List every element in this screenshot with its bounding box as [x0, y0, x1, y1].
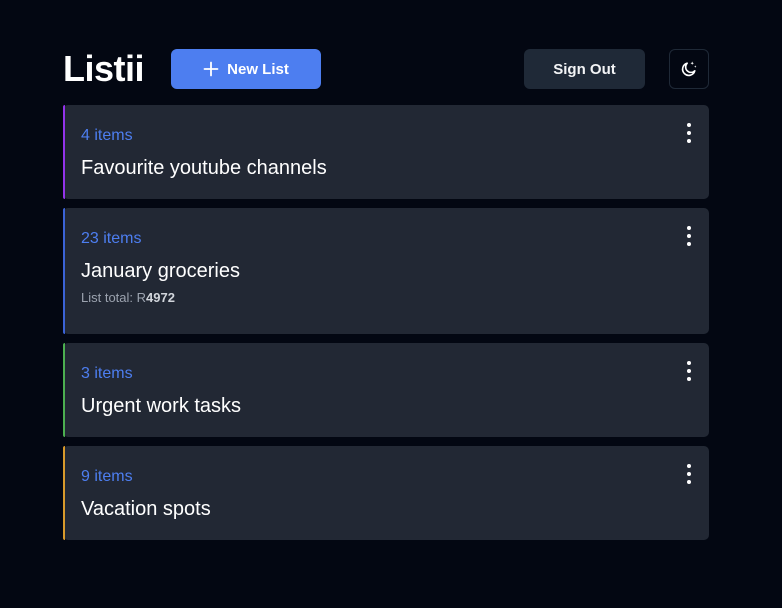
more-vertical-icon: [687, 361, 691, 365]
more-vertical-icon: [687, 123, 691, 127]
list-title: January groceries: [81, 260, 240, 282]
list-total-value: 4972: [146, 290, 175, 305]
list-accent-bar: [63, 105, 65, 199]
list-title: Favourite youtube channels: [81, 157, 327, 179]
lists-container: 4 items Favourite youtube channels 23 it…: [63, 105, 709, 549]
header: Listii New List Sign Out: [63, 49, 709, 89]
list-options-button[interactable]: [683, 361, 695, 381]
list-card[interactable]: 4 items Favourite youtube channels: [63, 105, 709, 199]
more-vertical-icon: [687, 226, 691, 230]
list-item-count: 3 items: [81, 365, 133, 382]
moon-stars-icon: [681, 61, 697, 77]
list-total-label: List total: R: [81, 290, 147, 305]
sign-out-button[interactable]: Sign Out: [524, 49, 645, 89]
list-accent-bar: [63, 208, 65, 334]
list-total: List total: R4972: [81, 290, 691, 306]
theme-toggle-button[interactable]: [669, 49, 709, 89]
list-card[interactable]: 3 items Urgent work tasks: [63, 343, 709, 437]
list-card[interactable]: 9 items Vacation spots: [63, 446, 709, 540]
list-card[interactable]: 23 items January groceries List total: R…: [63, 208, 709, 334]
list-options-button[interactable]: [683, 464, 695, 484]
new-list-button[interactable]: New List: [171, 49, 321, 89]
more-vertical-icon: [687, 464, 691, 468]
new-list-label: New List: [227, 60, 289, 78]
list-title: Urgent work tasks: [81, 395, 242, 417]
list-options-button[interactable]: [683, 123, 695, 143]
app: Listii New List Sign Out 4 items Favouri…: [0, 0, 782, 608]
list-accent-bar: [63, 446, 65, 540]
list-title: Vacation spots: [81, 498, 211, 520]
list-options-button[interactable]: [683, 226, 695, 246]
list-item-count: 9 items: [81, 468, 133, 485]
list-item-count: 4 items: [81, 127, 133, 144]
list-accent-bar: [63, 343, 65, 437]
app-logo[interactable]: Listii: [63, 49, 145, 89]
list-item-count: 23 items: [81, 230, 142, 247]
plus-icon: [203, 61, 219, 77]
